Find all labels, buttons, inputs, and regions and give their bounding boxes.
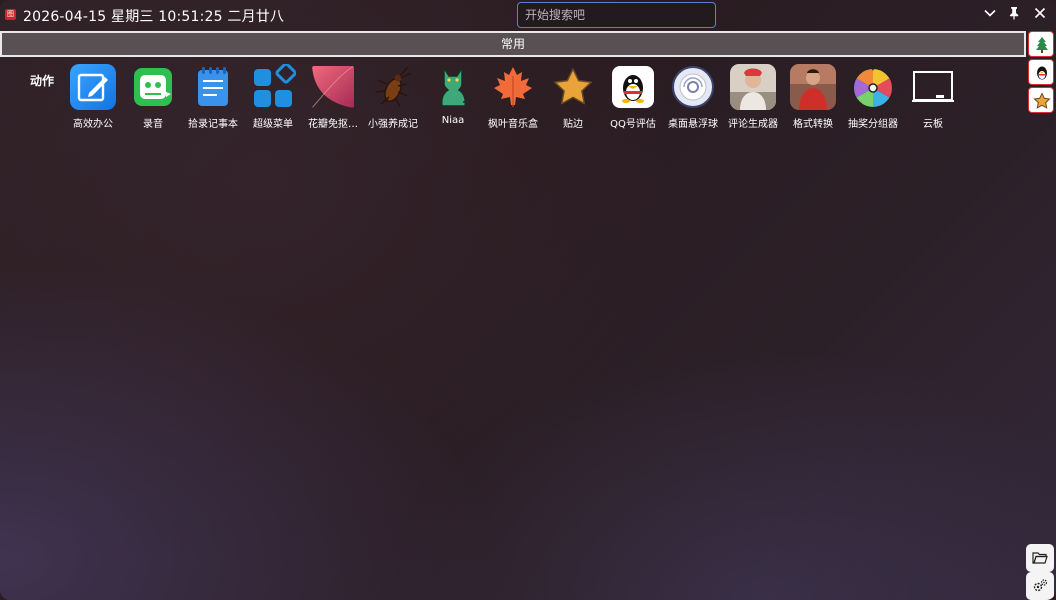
section-label-actions: 动作	[30, 74, 55, 88]
app-label: 小强养成记	[368, 119, 418, 130]
maple-leaf-icon	[490, 64, 536, 110]
floating-ball-icon	[670, 64, 716, 110]
calendar-app-icon: 图	[5, 9, 16, 20]
app-label: 贴边	[563, 119, 583, 130]
dock-button-qq[interactable]	[1028, 59, 1054, 85]
app-label: 桌面悬浮球	[668, 119, 718, 130]
app-label: 超级菜单	[253, 119, 293, 130]
pin-button[interactable]	[1005, 6, 1023, 24]
pin-icon	[1010, 7, 1019, 20]
dock-button-folder[interactable]	[1026, 544, 1054, 572]
dock-button-settings[interactable]	[1026, 572, 1054, 600]
datetime-display: 2026-04-15 星期三 10:51:25 二月廿八	[23, 9, 285, 25]
recorder-icon	[130, 64, 176, 110]
app-label: QQ号评估	[610, 119, 656, 130]
app-label: 拾录记事本	[188, 119, 238, 130]
tab-common[interactable]: 常用	[0, 31, 1026, 57]
app-label: 高效办公	[73, 119, 113, 130]
cockroach-icon	[370, 64, 416, 110]
whiteboard-icon	[910, 64, 956, 110]
app-label: 抽奖分组器	[848, 119, 898, 130]
app-label: 评论生成器	[728, 119, 778, 130]
photo-thumbnail-icon	[730, 64, 776, 110]
title-bar: 图 2026-04-15 星期三 10:51:25 二月廿八	[0, 0, 1056, 30]
petal-icon	[310, 64, 356, 110]
tiles-icon	[250, 64, 296, 110]
dock-button-star[interactable]	[1028, 87, 1054, 113]
app-label: 格式转换	[793, 119, 833, 130]
app-label: 花瓣免抠…	[308, 119, 358, 130]
folder-icon	[1032, 552, 1048, 564]
search-input[interactable]	[517, 2, 716, 28]
close-icon	[1034, 7, 1046, 19]
star-icon	[1033, 92, 1051, 109]
close-button[interactable]	[1031, 6, 1049, 24]
qq-penguin-icon	[1037, 66, 1047, 80]
settings-icon	[1033, 579, 1048, 592]
star-icon	[550, 64, 596, 110]
tree-icon	[1036, 37, 1048, 53]
qq-penguin-icon	[610, 64, 656, 110]
chevron-down-icon	[984, 9, 996, 17]
app-label: Niaa	[441, 115, 465, 126]
collapse-button[interactable]	[981, 6, 999, 24]
app-label: 录音	[143, 119, 163, 130]
launcher-window: 图 2026-04-15 星期三 10:51:25 二月廿八 常用 动作 高效办…	[0, 0, 1056, 600]
photo-thumbnail-icon	[790, 64, 836, 110]
pen-note-icon	[70, 64, 116, 110]
cat-icon	[430, 64, 476, 110]
app-label: 云板	[923, 119, 943, 130]
app-label: 枫叶音乐盒	[488, 119, 538, 130]
prize-wheel-icon	[850, 64, 896, 110]
notepad-icon	[190, 64, 236, 110]
dock-button-tree[interactable]	[1028, 31, 1054, 57]
